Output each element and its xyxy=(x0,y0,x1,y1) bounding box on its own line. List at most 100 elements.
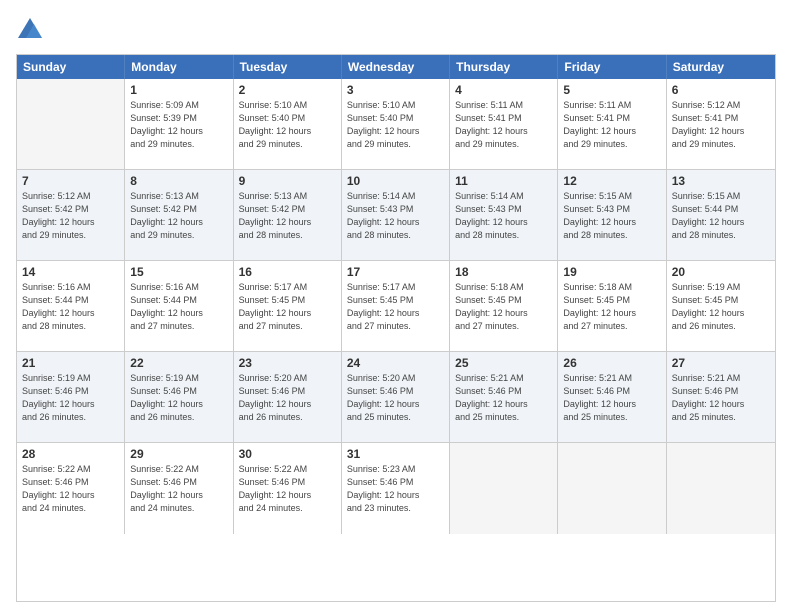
day-cell: 23 Sunrise: 5:20 AMSunset: 5:46 PMDayligh… xyxy=(234,352,342,442)
day-info: Sunrise: 5:21 AMSunset: 5:46 PMDaylight:… xyxy=(563,372,660,424)
day-info: Sunrise: 5:11 AMSunset: 5:41 PMDaylight:… xyxy=(563,99,660,151)
calendar-header: SundayMondayTuesdayWednesdayThursdayFrid… xyxy=(17,55,775,79)
day-info: Sunrise: 5:15 AMSunset: 5:44 PMDaylight:… xyxy=(672,190,770,242)
day-cell: 24 Sunrise: 5:20 AMSunset: 5:46 PMDayligh… xyxy=(342,352,450,442)
day-cell: 10 Sunrise: 5:14 AMSunset: 5:43 PMDayligh… xyxy=(342,170,450,260)
day-info: Sunrise: 5:10 AMSunset: 5:40 PMDaylight:… xyxy=(347,99,444,151)
day-cell: 29 Sunrise: 5:22 AMSunset: 5:46 PMDayligh… xyxy=(125,443,233,534)
day-number: 10 xyxy=(347,174,444,188)
logo-icon xyxy=(16,16,44,44)
day-info: Sunrise: 5:12 AMSunset: 5:42 PMDaylight:… xyxy=(22,190,119,242)
day-number: 19 xyxy=(563,265,660,279)
logo xyxy=(16,16,48,44)
day-info: Sunrise: 5:13 AMSunset: 5:42 PMDaylight:… xyxy=(130,190,227,242)
day-info: Sunrise: 5:22 AMSunset: 5:46 PMDaylight:… xyxy=(239,463,336,515)
day-number: 14 xyxy=(22,265,119,279)
day-number: 3 xyxy=(347,83,444,97)
day-header-wednesday: Wednesday xyxy=(342,55,450,79)
day-info: Sunrise: 5:17 AMSunset: 5:45 PMDaylight:… xyxy=(347,281,444,333)
day-header-thursday: Thursday xyxy=(450,55,558,79)
day-number: 27 xyxy=(672,356,770,370)
day-info: Sunrise: 5:14 AMSunset: 5:43 PMDaylight:… xyxy=(347,190,444,242)
day-info: Sunrise: 5:14 AMSunset: 5:43 PMDaylight:… xyxy=(455,190,552,242)
day-cell: 22Sunrise: 5:19 AMSunset: 5:46 PMDayligh… xyxy=(125,352,233,442)
day-cell xyxy=(558,443,666,534)
day-cell: 14 Sunrise: 5:16 AMSunset: 5:44 PMDayligh… xyxy=(17,261,125,351)
day-info: Sunrise: 5:18 AMSunset: 5:45 PMDaylight:… xyxy=(455,281,552,333)
day-info: Sunrise: 5:16 AMSunset: 5:44 PMDaylight:… xyxy=(22,281,119,333)
day-cell: 9Sunrise: 5:13 AMSunset: 5:42 PMDaylight… xyxy=(234,170,342,260)
day-number: 8 xyxy=(130,174,227,188)
day-cell: 3 Sunrise: 5:10 AMSunset: 5:40 PMDaylight… xyxy=(342,79,450,169)
day-info: Sunrise: 5:21 AMSunset: 5:46 PMDaylight:… xyxy=(672,372,770,424)
day-info: Sunrise: 5:16 AMSunset: 5:44 PMDaylight:… xyxy=(130,281,227,333)
week-row-4: 21Sunrise: 5:19 AMSunset: 5:46 PMDayligh… xyxy=(17,352,775,443)
week-row-5: 28 Sunrise: 5:22 AMSunset: 5:46 PMDayligh… xyxy=(17,443,775,534)
day-info: Sunrise: 5:12 AMSunset: 5:41 PMDaylight:… xyxy=(672,99,770,151)
day-cell: 11 Sunrise: 5:14 AMSunset: 5:43 PMDayligh… xyxy=(450,170,558,260)
day-cell xyxy=(450,443,558,534)
day-number: 30 xyxy=(239,447,336,461)
day-number: 1 xyxy=(130,83,227,97)
day-info: Sunrise: 5:17 AMSunset: 5:45 PMDaylight:… xyxy=(239,281,336,333)
day-number: 11 xyxy=(455,174,552,188)
day-cell: 30 Sunrise: 5:22 AMSunset: 5:46 PMDayligh… xyxy=(234,443,342,534)
day-header-tuesday: Tuesday xyxy=(234,55,342,79)
day-number: 5 xyxy=(563,83,660,97)
day-number: 6 xyxy=(672,83,770,97)
day-cell: 21Sunrise: 5:19 AMSunset: 5:46 PMDayligh… xyxy=(17,352,125,442)
day-info: Sunrise: 5:09 AMSunset: 5:39 PMDaylight:… xyxy=(130,99,227,151)
day-number: 16 xyxy=(239,265,336,279)
day-cell: 28 Sunrise: 5:22 AMSunset: 5:46 PMDayligh… xyxy=(17,443,125,534)
day-cell: 4Sunrise: 5:11 AMSunset: 5:41 PMDaylight… xyxy=(450,79,558,169)
week-row-3: 14 Sunrise: 5:16 AMSunset: 5:44 PMDayligh… xyxy=(17,261,775,352)
day-cell: 31Sunrise: 5:23 AMSunset: 5:46 PMDayligh… xyxy=(342,443,450,534)
calendar-body: 1 Sunrise: 5:09 AMSunset: 5:39 PMDaylight… xyxy=(17,79,775,534)
day-cell: 25 Sunrise: 5:21 AMSunset: 5:46 PMDayligh… xyxy=(450,352,558,442)
day-info: Sunrise: 5:21 AMSunset: 5:46 PMDaylight:… xyxy=(455,372,552,424)
day-info: Sunrise: 5:13 AMSunset: 5:42 PMDaylight:… xyxy=(239,190,336,242)
day-number: 28 xyxy=(22,447,119,461)
day-header-friday: Friday xyxy=(558,55,666,79)
day-cell: 15 Sunrise: 5:16 AMSunset: 5:44 PMDayligh… xyxy=(125,261,233,351)
day-cell: 26 Sunrise: 5:21 AMSunset: 5:46 PMDayligh… xyxy=(558,352,666,442)
day-header-sunday: Sunday xyxy=(17,55,125,79)
day-number: 25 xyxy=(455,356,552,370)
day-cell: 8 Sunrise: 5:13 AMSunset: 5:42 PMDaylight… xyxy=(125,170,233,260)
page: SundayMondayTuesdayWednesdayThursdayFrid… xyxy=(0,0,792,612)
day-info: Sunrise: 5:18 AMSunset: 5:45 PMDaylight:… xyxy=(563,281,660,333)
day-number: 15 xyxy=(130,265,227,279)
day-number: 18 xyxy=(455,265,552,279)
day-info: Sunrise: 5:19 AMSunset: 5:45 PMDaylight:… xyxy=(672,281,770,333)
day-info: Sunrise: 5:10 AMSunset: 5:40 PMDaylight:… xyxy=(239,99,336,151)
day-info: Sunrise: 5:22 AMSunset: 5:46 PMDaylight:… xyxy=(22,463,119,515)
day-cell: 13Sunrise: 5:15 AMSunset: 5:44 PMDayligh… xyxy=(667,170,775,260)
day-number: 7 xyxy=(22,174,119,188)
day-number: 26 xyxy=(563,356,660,370)
day-cell: 6 Sunrise: 5:12 AMSunset: 5:41 PMDaylight… xyxy=(667,79,775,169)
day-cell xyxy=(17,79,125,169)
day-info: Sunrise: 5:22 AMSunset: 5:46 PMDaylight:… xyxy=(130,463,227,515)
day-cell xyxy=(667,443,775,534)
day-cell: 2Sunrise: 5:10 AMSunset: 5:40 PMDaylight… xyxy=(234,79,342,169)
day-header-monday: Monday xyxy=(125,55,233,79)
day-info: Sunrise: 5:20 AMSunset: 5:46 PMDaylight:… xyxy=(239,372,336,424)
week-row-1: 1 Sunrise: 5:09 AMSunset: 5:39 PMDaylight… xyxy=(17,79,775,170)
day-info: Sunrise: 5:11 AMSunset: 5:41 PMDaylight:… xyxy=(455,99,552,151)
day-number: 29 xyxy=(130,447,227,461)
day-info: Sunrise: 5:19 AMSunset: 5:46 PMDaylight:… xyxy=(130,372,227,424)
day-cell: 1 Sunrise: 5:09 AMSunset: 5:39 PMDaylight… xyxy=(125,79,233,169)
day-cell: 17 Sunrise: 5:17 AMSunset: 5:45 PMDayligh… xyxy=(342,261,450,351)
day-number: 20 xyxy=(672,265,770,279)
day-number: 24 xyxy=(347,356,444,370)
day-cell: 5 Sunrise: 5:11 AMSunset: 5:41 PMDaylight… xyxy=(558,79,666,169)
day-info: Sunrise: 5:20 AMSunset: 5:46 PMDaylight:… xyxy=(347,372,444,424)
day-cell: 20 Sunrise: 5:19 AMSunset: 5:45 PMDayligh… xyxy=(667,261,775,351)
day-cell: 27 Sunrise: 5:21 AMSunset: 5:46 PMDayligh… xyxy=(667,352,775,442)
day-cell: 18 Sunrise: 5:18 AMSunset: 5:45 PMDayligh… xyxy=(450,261,558,351)
day-cell: 7 Sunrise: 5:12 AMSunset: 5:42 PMDaylight… xyxy=(17,170,125,260)
week-row-2: 7 Sunrise: 5:12 AMSunset: 5:42 PMDaylight… xyxy=(17,170,775,261)
day-number: 17 xyxy=(347,265,444,279)
calendar: SundayMondayTuesdayWednesdayThursdayFrid… xyxy=(16,54,776,602)
day-number: 23 xyxy=(239,356,336,370)
